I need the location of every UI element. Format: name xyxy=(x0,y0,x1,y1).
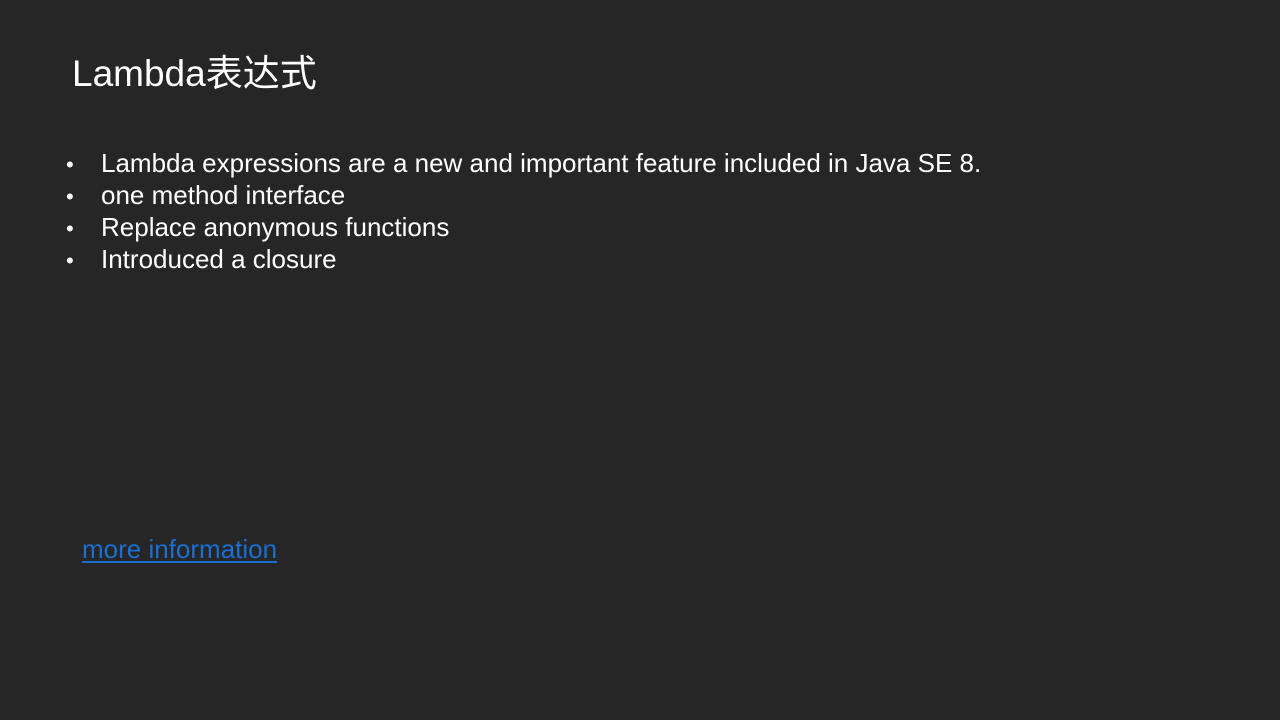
slide-title: Lambda表达式 xyxy=(72,53,317,94)
bullet-item: • Lambda expressions are a new and impor… xyxy=(66,147,981,179)
bullet-item: • Introduced a closure xyxy=(66,243,981,275)
bullet-dot-icon: • xyxy=(66,152,74,177)
bullet-item: • Replace anonymous functions xyxy=(66,211,981,243)
bullet-dot-icon: • xyxy=(66,216,74,241)
more-information-link[interactable]: more information xyxy=(82,533,277,565)
bullet-text: one method interface xyxy=(101,180,346,210)
bullet-list: • Lambda expressions are a new and impor… xyxy=(66,147,981,275)
slide: Lambda表达式 • Lambda expressions are a new… xyxy=(0,0,1280,720)
bullet-dot-icon: • xyxy=(66,184,74,209)
bullet-text: Lambda expressions are a new and importa… xyxy=(101,148,982,178)
bullet-text: Replace anonymous functions xyxy=(101,212,450,242)
bullet-dot-icon: • xyxy=(66,248,74,273)
bullet-text: Introduced a closure xyxy=(101,244,337,274)
bullet-item: • one method interface xyxy=(66,179,981,211)
